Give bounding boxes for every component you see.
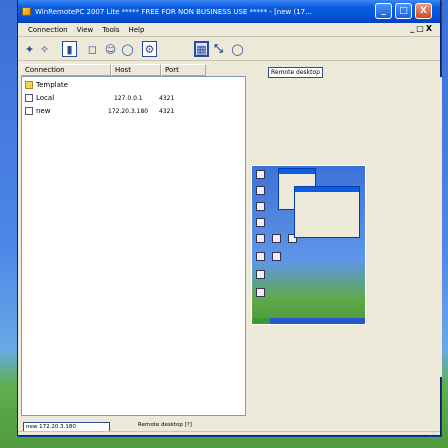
port-value: 4321 <box>159 108 175 115</box>
screenshot-icon[interactable]: ◻ <box>85 41 100 57</box>
remote-desktop-view[interactable] <box>251 165 366 325</box>
menu-view[interactable]: View <box>77 26 94 34</box>
mdi-minimize-button[interactable]: _ <box>410 24 414 33</box>
remote-window <box>294 186 360 238</box>
app-window: WinRemotePC 2007 Lite ***** FREE FOR NON… <box>17 0 442 439</box>
mdi-restore-button[interactable]: □ <box>416 24 424 33</box>
properties-icon[interactable]: ▮ <box>62 41 77 57</box>
window-title: WinRemotePC 2007 Lite ***** FREE FOR NON… <box>35 7 312 16</box>
tree-header: Connection Host Port <box>21 64 206 76</box>
view-mode-icon[interactable]: ▦ <box>194 41 209 57</box>
folder-icon <box>25 81 33 89</box>
maximize-button[interactable]: □ <box>395 3 412 19</box>
desktop-icon <box>256 202 265 211</box>
desktop-icon <box>256 170 265 179</box>
tree-item-label: Template <box>36 81 68 89</box>
menu-tools[interactable]: Tools <box>102 26 119 34</box>
connection-tree: Template Local 127.0.0.1 4321 new 172.20… <box>21 76 246 416</box>
mdi-controls: _ □ X <box>410 24 432 33</box>
minimize-button[interactable]: _ <box>375 3 392 19</box>
connect-icon[interactable]: ✦ <box>22 41 37 57</box>
resize-grip-icon[interactable]: ⋰ <box>430 431 438 439</box>
host-value: 127.0.0.1 <box>114 95 143 102</box>
column-port[interactable]: Port <box>161 64 206 76</box>
computer-icon <box>25 94 33 102</box>
tab-remote-desktop[interactable]: Remote desktop <box>268 67 323 78</box>
desktop-icon <box>256 252 265 261</box>
chat-icon[interactable]: ☺ <box>103 41 118 57</box>
zoom-icon[interactable]: ⤡ <box>211 41 226 57</box>
desktop-icon <box>256 270 265 279</box>
menu-help[interactable]: Help <box>128 26 144 34</box>
disconnect-icon[interactable]: ✧ <box>37 41 52 57</box>
info-icon[interactable]: ◯ <box>230 41 245 57</box>
port-value: 4321 <box>159 95 175 102</box>
app-icon <box>22 7 31 16</box>
title-bar[interactable]: WinRemotePC 2007 Lite ***** FREE FOR NON… <box>18 0 440 23</box>
computer-icon <box>25 107 33 115</box>
menu-connection[interactable]: Connection <box>28 26 68 34</box>
menu-bar: Connection View Tools Help <box>18 23 440 37</box>
tree-item-label: new <box>36 107 51 115</box>
refresh-icon[interactable]: ◯ <box>120 41 135 57</box>
host-value: 172.20.3.180 <box>108 108 149 115</box>
desktop-icon <box>256 234 265 243</box>
remote-desktop-label: Remote desktop [?] <box>138 422 192 428</box>
column-connection[interactable]: Connection <box>21 64 111 76</box>
settings-icon[interactable]: ⚙ <box>142 41 157 57</box>
toolbar: ✦ ✧ ▮ ◻ ☺ ◯ ⚙ ▦ ⤡ ◯ <box>18 37 440 61</box>
desktop-icon <box>256 218 265 227</box>
desktop-icon <box>256 288 265 297</box>
close-button[interactable]: X <box>415 3 432 19</box>
tree-item-label: Local <box>36 94 55 102</box>
column-host[interactable]: Host <box>111 64 161 76</box>
tree-item-local[interactable]: Local <box>25 93 54 103</box>
mdi-close-button[interactable]: X <box>426 24 432 33</box>
desktop-icon <box>272 234 281 243</box>
tree-item-template[interactable]: Template <box>25 80 68 90</box>
status-bar <box>18 431 440 441</box>
desktop-icon <box>272 252 281 261</box>
remote-start-button <box>252 318 270 324</box>
desktop-icon <box>256 186 265 195</box>
tree-item-new[interactable]: new <box>25 106 50 116</box>
